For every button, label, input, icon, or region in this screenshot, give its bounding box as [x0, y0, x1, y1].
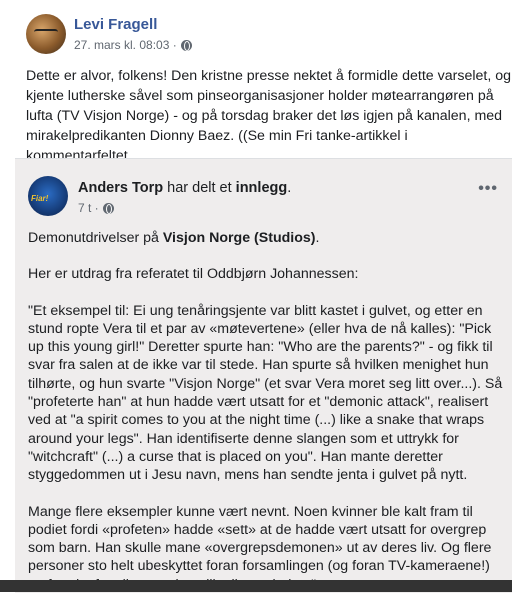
intro-suffix: .: [315, 230, 320, 246]
shared-author[interactable]: Anders Torp: [78, 180, 163, 196]
shared-post-header: Fiar! Anders Torp har delt et innlegg. 7…: [28, 176, 498, 220]
shared-post: Fiar! Anders Torp har delt et innlegg. 7…: [15, 158, 512, 593]
post-author[interactable]: Levi Fragell: [74, 16, 157, 33]
shared-action-mid: har delt et: [163, 180, 236, 196]
shared-post-body: Demonutdrivelser på Visjon Norge (Studio…: [28, 229, 506, 593]
post-header: Levi Fragell 27. mars kl. 08:03 ·: [26, 14, 496, 60]
more-options-icon[interactable]: •••: [478, 180, 498, 198]
shared-paragraph-1: Her er utdrag fra referatet til Oddbjørn…: [28, 266, 359, 283]
intro-page-link[interactable]: Visjon Norge (Studios): [163, 230, 316, 246]
shared-avatar[interactable]: Fiar!: [28, 176, 68, 216]
shared-period: .: [287, 180, 292, 196]
bottom-bar: [0, 580, 512, 592]
post-meta: 27. mars kl. 08:03 ·: [74, 38, 192, 52]
shared-paragraph-2: "Et eksempel til: Ei ung tenåringsjente …: [28, 302, 503, 484]
shared-meta: 7 t ·: [78, 201, 114, 215]
avatar[interactable]: [26, 14, 66, 54]
post-text: Dette er alvor, folkens! Den kristne pre…: [26, 68, 511, 164]
shared-author-line: Anders Torp har delt et innlegg.: [78, 180, 291, 196]
intro-prefix: Demonutdrivelser på: [28, 230, 163, 246]
post-timestamp[interactable]: 27. mars kl. 08:03 ·: [74, 38, 177, 52]
globe-icon: [180, 39, 192, 51]
shared-action-link[interactable]: innlegg: [236, 180, 288, 196]
globe-icon: [102, 202, 114, 214]
shared-intro: Demonutdrivelser på Visjon Norge (Studio…: [28, 229, 506, 247]
shared-timestamp[interactable]: 7 t ·: [78, 201, 99, 215]
